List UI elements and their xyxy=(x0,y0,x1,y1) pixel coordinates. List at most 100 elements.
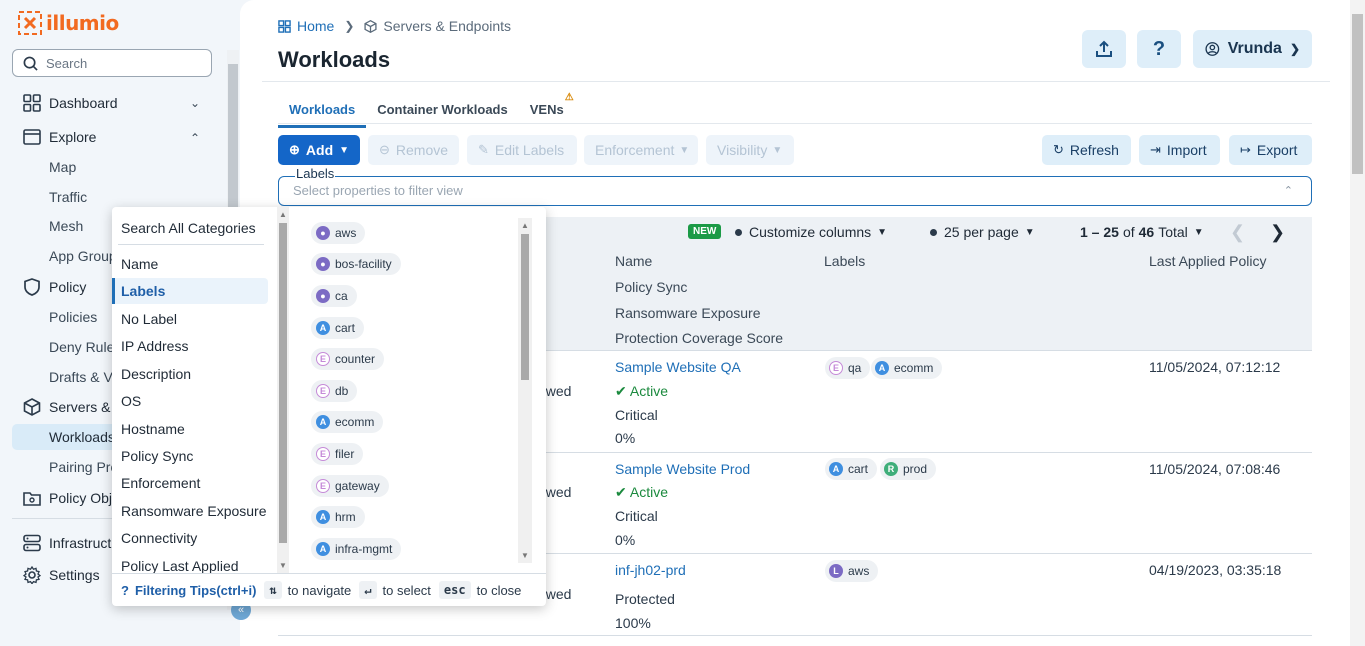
category-scrollbar-thumb[interactable] xyxy=(279,223,287,543)
col-header-coverage[interactable]: Protection Coverage Score xyxy=(615,330,783,346)
workload-name-link[interactable]: inf-jh02-prd xyxy=(615,562,686,578)
sidebar-item-traffic[interactable]: Traffic xyxy=(49,189,87,205)
prev-page-button[interactable]: ❮ xyxy=(1230,222,1245,243)
sidebar-item-servers[interactable]: Servers & xyxy=(22,397,110,417)
sidebar-item-policies[interactable]: Policies xyxy=(49,309,97,325)
import-button[interactable]: ⇥ Import xyxy=(1139,135,1220,165)
workload-name-link[interactable]: Sample Website QA xyxy=(615,359,741,375)
help-button[interactable]: ? xyxy=(1137,30,1181,68)
label-chip[interactable]: Aecomm xyxy=(871,357,943,379)
next-page-button[interactable]: ❯ xyxy=(1270,222,1285,243)
label-option[interactable]: Acart xyxy=(311,317,365,339)
per-page-label: 25 per page xyxy=(944,224,1019,240)
label-chip[interactable]: Rprod xyxy=(880,458,937,480)
category-os[interactable]: OS xyxy=(121,393,141,409)
select-hint: to select xyxy=(382,582,431,598)
sidebar-item-deny-rules[interactable]: Deny Rule xyxy=(49,339,114,355)
edit-labels-button[interactable]: ✎ Edit Labels xyxy=(467,135,577,165)
sidebar-item-label: Policy Obj xyxy=(49,490,113,506)
remove-button[interactable]: ⊖ Remove xyxy=(368,135,459,165)
breadcrumb-home[interactable]: Home xyxy=(278,18,334,34)
sidebar-item-pairing[interactable]: Pairing Pro xyxy=(49,459,118,475)
page-scrollbar[interactable] xyxy=(1350,0,1365,646)
category-policy-last-applied[interactable]: Policy Last Applied xyxy=(121,558,239,574)
workload-name-link[interactable]: Sample Website Prod xyxy=(615,461,750,477)
visibility-button[interactable]: Visibility ▼ xyxy=(706,135,794,165)
label-option[interactable]: ● ca xyxy=(311,285,357,307)
label-option[interactable]: Aecomm xyxy=(311,411,384,433)
filtering-tips-link[interactable]: ? Filtering Tips(ctrl+i) xyxy=(121,583,256,598)
sidebar-item-infrastructure[interactable]: Infrastruct xyxy=(22,533,111,553)
sidebar-search-input[interactable] xyxy=(46,55,196,71)
label-chip-text: cart xyxy=(848,462,869,476)
chevron-up-icon[interactable]: ⌃ xyxy=(1284,184,1293,197)
category-policy-sync[interactable]: Policy Sync xyxy=(121,448,193,464)
sidebar-item-dashboard[interactable]: Dashboard xyxy=(22,93,118,113)
upload-button[interactable] xyxy=(1082,30,1126,68)
sidebar-item-settings[interactable]: Settings xyxy=(22,565,100,585)
category-no-label[interactable]: No Label xyxy=(121,311,177,327)
label-option[interactable]: Efiler xyxy=(311,443,364,465)
col-header-labels[interactable]: Labels xyxy=(824,253,865,269)
label-option[interactable]: ● bos-facility xyxy=(311,253,401,275)
user-menu-button[interactable]: Vrunda ❯ xyxy=(1193,30,1312,68)
customize-columns-button[interactable]: Customize columns ▼ xyxy=(735,224,887,240)
col-header-last-applied[interactable]: Last Applied Policy xyxy=(1149,253,1267,269)
label-option[interactable]: Ahrm xyxy=(311,506,365,528)
breadcrumb-current: Servers & Endpoints xyxy=(364,18,511,34)
category-ransomware-exposure[interactable]: Ransomware Exposure xyxy=(121,503,267,519)
export-button[interactable]: ↦ Export xyxy=(1229,135,1312,165)
ransomware-exposure: Protected xyxy=(615,591,675,607)
category-description[interactable]: Description xyxy=(121,366,191,382)
label-chip[interactable]: Laws xyxy=(825,560,879,582)
sidebar-item-app-group[interactable]: App Group xyxy=(49,248,117,264)
label-option[interactable]: Edb xyxy=(311,380,358,402)
category-name[interactable]: Name xyxy=(121,256,158,272)
illumio-logo[interactable]: illumio xyxy=(18,11,119,35)
options-scrollbar-thumb[interactable] xyxy=(521,234,529,380)
label-chip[interactable]: Acart xyxy=(825,458,878,480)
sidebar-item-mesh[interactable]: Mesh xyxy=(49,218,83,234)
sidebar-item-explore[interactable]: Explore xyxy=(22,127,96,147)
category-scrollbar[interactable]: ▲ ▼ xyxy=(277,207,289,573)
labels-filter-input[interactable] xyxy=(293,183,893,198)
col-header-ransomware[interactable]: Ransomware Exposure xyxy=(615,305,761,321)
col-header-name[interactable]: Name xyxy=(615,253,652,269)
label-option[interactable]: Egateway xyxy=(311,475,389,497)
per-page-select[interactable]: 25 per page ▼ xyxy=(930,224,1035,240)
sidebar-item-drafts[interactable]: Drafts & V xyxy=(49,369,113,385)
col-header-policy-sync[interactable]: Policy Sync xyxy=(615,279,687,295)
label-option[interactable]: Ecounter xyxy=(311,348,385,370)
chevron-down-icon[interactable]: ⌄ xyxy=(190,96,200,110)
search-all-categories[interactable]: Search All Categories xyxy=(121,220,256,236)
options-scrollbar[interactable]: ▲ ▼ xyxy=(518,218,532,563)
scroll-up-arrow-icon[interactable]: ▲ xyxy=(521,221,529,230)
cube-icon xyxy=(364,19,377,33)
label-option[interactable]: Ainfra-mgmt xyxy=(311,538,402,560)
sidebar-search[interactable] xyxy=(12,49,212,77)
page-scrollbar-thumb[interactable] xyxy=(1352,14,1363,174)
pagination-range[interactable]: 1 – 25 of 46 Total ▼ xyxy=(1080,224,1204,240)
chevron-down-icon: ❯ xyxy=(1289,42,1300,56)
enforcement-button[interactable]: Enforcement ▼ xyxy=(584,135,698,165)
policy-sync-label: Active xyxy=(629,484,668,500)
category-connectivity[interactable]: Connectivity xyxy=(121,530,197,546)
labels-filter[interactable]: Labels ⌃ xyxy=(278,166,1312,206)
scroll-up-arrow-icon[interactable]: ▲ xyxy=(279,210,287,219)
label-chip[interactable]: Eqa xyxy=(825,357,871,379)
category-hostname[interactable]: Hostname xyxy=(121,421,185,437)
sidebar-item-policy[interactable]: Policy xyxy=(22,277,86,297)
dot-icon xyxy=(735,228,742,236)
sidebar-item-map[interactable]: Map xyxy=(49,159,76,175)
add-button[interactable]: ⊕ Add ▼ xyxy=(278,135,361,165)
customize-columns-label: Customize columns xyxy=(749,224,872,240)
refresh-button[interactable]: ↻ Refresh xyxy=(1042,135,1131,165)
category-enforcement[interactable]: Enforcement xyxy=(121,475,200,491)
category-ip-address[interactable]: IP Address xyxy=(121,338,188,354)
category-labels[interactable]: Labels xyxy=(112,278,268,304)
chevron-up-icon[interactable]: ⌃ xyxy=(190,131,200,145)
scroll-down-arrow-icon[interactable]: ▼ xyxy=(521,551,529,560)
sidebar-item-policy-objects[interactable]: Policy Obj xyxy=(22,488,112,508)
label-option[interactable]: ● aws xyxy=(311,222,366,244)
scroll-down-arrow-icon[interactable]: ▼ xyxy=(279,561,287,570)
